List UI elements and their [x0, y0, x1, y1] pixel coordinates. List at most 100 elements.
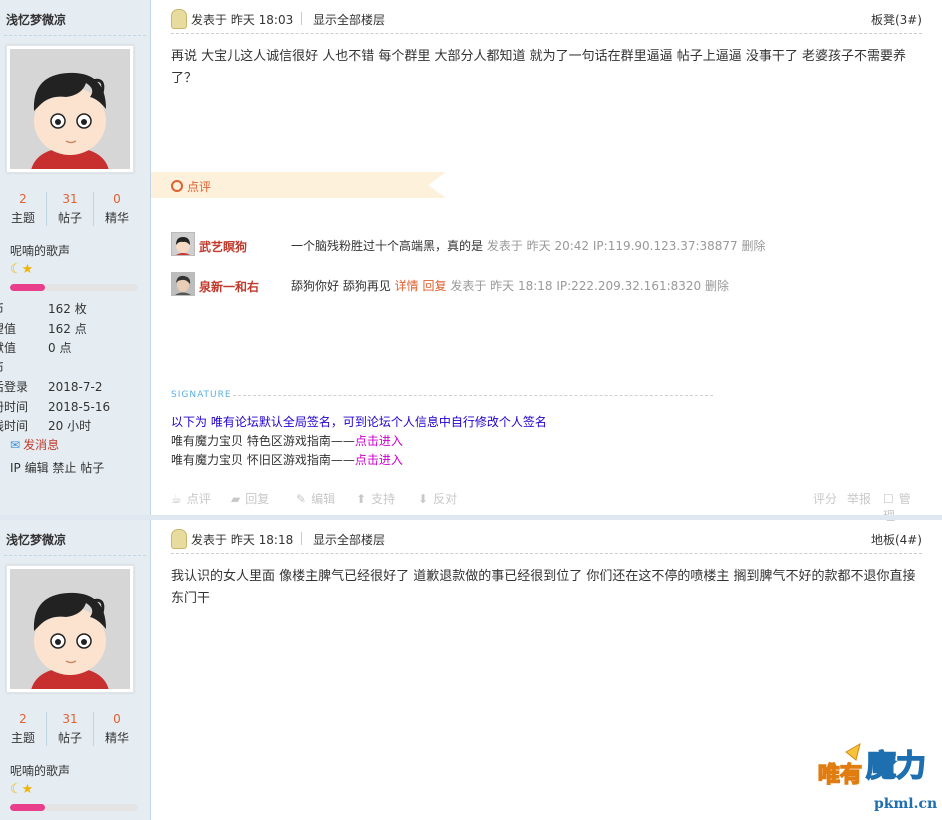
- moon-icon: ☾: [10, 782, 22, 797]
- stat-posts[interactable]: 31 帖子: [46, 712, 94, 746]
- stat-digest[interactable]: 0 精华: [94, 712, 140, 746]
- info-key: 后登录: [0, 380, 29, 394]
- user-group[interactable]: 呢喃的歌声: [10, 762, 70, 779]
- signature-link[interactable]: 点击进入: [355, 453, 403, 467]
- comment-item: 武艺瞑狗 一个脑残粉胜过十个高端黑，真的是 发表于 昨天 20:42 IP:11…: [171, 232, 922, 258]
- avatar[interactable]: [6, 45, 134, 173]
- level-progress-bar: [10, 284, 138, 291]
- circle-icon: [171, 180, 183, 192]
- floor-number[interactable]: 板凳(3#): [871, 11, 922, 28]
- rate-action[interactable]: 评分: [813, 490, 837, 507]
- post-floor-4: 浅忆梦微凉 2 主题 31 帖子 0 精华 呢喃的歌声 ☾★ 发表于 昨天 18…: [0, 520, 942, 820]
- send-message-label: 发消息: [23, 438, 60, 452]
- comment-author[interactable]: 武艺瞑狗: [199, 238, 247, 255]
- action-label: 点评: [186, 492, 211, 506]
- action-label: 回复: [245, 492, 270, 506]
- reply-action[interactable]: ▰ 回复: [231, 490, 269, 507]
- stat-value: 0: [113, 192, 121, 206]
- info-key: 币: [0, 300, 4, 320]
- info-row: 线时间 20 小时: [0, 417, 142, 437]
- comment-item: 泉新一和右 舔狗你好 舔狗再见 详情 回复 发表于 昨天 18:18 IP:22…: [171, 272, 922, 298]
- divider: [4, 35, 146, 36]
- signature-link[interactable]: 点击进入: [355, 434, 403, 448]
- info-value: 20 小时: [48, 419, 92, 433]
- info-row: 币: [0, 359, 142, 379]
- info-value: 0 点: [48, 341, 72, 355]
- info-value: 162 枚: [48, 302, 87, 316]
- report-action[interactable]: 举报: [847, 490, 871, 507]
- user-group[interactable]: 呢喃的歌声: [10, 242, 70, 259]
- signature-label: SIGNATURE: [171, 390, 232, 400]
- info-key: 册时间: [0, 399, 29, 414]
- signature-line: 唯有魔力宝贝 怀旧区游戏指南——点击进入: [171, 451, 403, 468]
- signature-line: 以下为 唯有论坛默认全局签名，可到论坛个人信息中自行修改个人签名: [171, 415, 547, 429]
- info-row: 后登录 2018-7-2: [0, 378, 142, 398]
- dianping-label: 点评: [187, 180, 212, 194]
- author-name[interactable]: 浅忆梦微凉: [6, 11, 66, 28]
- post-header: 发表于 昨天 18:18 显示全部楼层 地板(4#): [171, 528, 922, 550]
- level-progress-bar: [10, 804, 138, 811]
- divider: [301, 12, 302, 25]
- user-stats: 2 主题 31 帖子 0 精华: [0, 708, 140, 748]
- support-action[interactable]: ⬆ 支持: [356, 490, 395, 507]
- avatar[interactable]: [6, 565, 134, 693]
- post-content: 我认识的女人里面 像楼主脾气已经很好了 道歉退款做的事已经很到位了 你们还在这不…: [171, 569, 916, 606]
- stat-topics[interactable]: 2 主题: [0, 712, 46, 746]
- dianping-action[interactable]: ☕ 点评: [171, 490, 211, 507]
- edit-action[interactable]: ✎ 编辑: [296, 490, 335, 507]
- stat-value: 31: [62, 192, 78, 206]
- oppose-action[interactable]: ⬇ 反对: [418, 490, 457, 507]
- star-icon: ★: [21, 262, 34, 277]
- info-key: 献值: [0, 341, 17, 355]
- comment-text: 舔狗你好 舔狗再见 详情 回复 发表于 昨天 18:18 IP:222.209.…: [291, 277, 729, 294]
- show-all-floors-link[interactable]: 显示全部楼层: [313, 531, 385, 548]
- stat-value: 2: [19, 192, 27, 206]
- user-sidebar: 浅忆梦微凉 2 主题: [0, 520, 151, 820]
- star-icon: ★: [21, 782, 34, 797]
- comment-avatar[interactable]: [171, 232, 195, 256]
- divider: [171, 33, 922, 34]
- envelope-icon: ✉: [10, 438, 21, 452]
- divider: [233, 395, 713, 396]
- stat-digest[interactable]: 0 精华: [94, 192, 140, 226]
- comment-avatar[interactable]: [171, 272, 195, 296]
- author-name[interactable]: 浅忆梦微凉: [6, 531, 66, 548]
- comment-meta: 发表于 昨天 18:18 IP:222.209.32.161:8320 删除: [450, 279, 729, 293]
- post-time: 发表于 昨天 18:03: [191, 13, 294, 27]
- info-key: 线时间: [0, 419, 29, 433]
- action-label: 支持: [371, 492, 396, 506]
- floor-number[interactable]: 地板(4#): [871, 531, 922, 548]
- rank-badges: ☾★: [10, 782, 33, 797]
- progress-fill: [10, 804, 45, 811]
- stat-topics[interactable]: 2 主题: [0, 192, 46, 226]
- user-sidebar: 浅忆梦微凉 2 主题: [0, 0, 151, 515]
- post-floor-3: 浅忆梦微凉 2 主题 31 帖子 0 精华 呢喃的歌声 ☾★ 162 枚 值 1…: [0, 0, 942, 523]
- stat-value: 0: [113, 712, 121, 726]
- lock-icon: [171, 529, 187, 549]
- stat-posts[interactable]: 31 帖子: [46, 192, 94, 226]
- post-actions: ☕点评 ▰回复 ✎编辑 ⬆支持 ⬇反对 评分 举报 ☐管理: [171, 488, 922, 523]
- moon-icon: ☾: [10, 262, 22, 277]
- send-message-link[interactable]: ✉ 发消息: [10, 436, 59, 453]
- stat-label: 主题: [10, 731, 35, 745]
- rank-badges: ☾★: [10, 262, 33, 277]
- post-content: 再说 大宝儿这人诚信很好 人也不错 每个群里 大部分人都知道 就为了一句话在群里…: [171, 49, 907, 86]
- comment-author[interactable]: 泉新一和右: [199, 278, 259, 295]
- stat-value: 31: [62, 712, 78, 726]
- post-time: 发表于 昨天 18:18: [191, 533, 294, 547]
- comment-detail-reply[interactable]: 详情 回复: [395, 279, 447, 293]
- site-logo: 唯有 魔力 pkml.cn: [816, 742, 940, 816]
- info-row: 册时间 2018-5-16: [0, 398, 142, 418]
- logo-text-2: 魔力: [866, 749, 926, 784]
- show-all-floors-link[interactable]: 显示全部楼层: [313, 11, 385, 28]
- signature-line: 唯有魔力宝贝 特色区游戏指南——点击进入: [171, 432, 403, 449]
- comment-body: 一个脑残粉胜过十个高端黑，真的是: [291, 239, 484, 253]
- comment-icon: ☕: [171, 492, 182, 506]
- divider: [301, 532, 302, 545]
- comment-text: 一个脑残粉胜过十个高端黑，真的是 发表于 昨天 20:42 IP:119.90.…: [291, 237, 766, 254]
- comment-body: 舔狗你好 舔狗再见: [291, 279, 391, 293]
- stat-label: 帖子: [57, 211, 82, 225]
- avatar-image: [10, 569, 130, 689]
- info-value: 2018-7-2: [48, 380, 103, 394]
- admin-ops[interactable]: IP 编辑 禁止 帖子: [10, 459, 104, 476]
